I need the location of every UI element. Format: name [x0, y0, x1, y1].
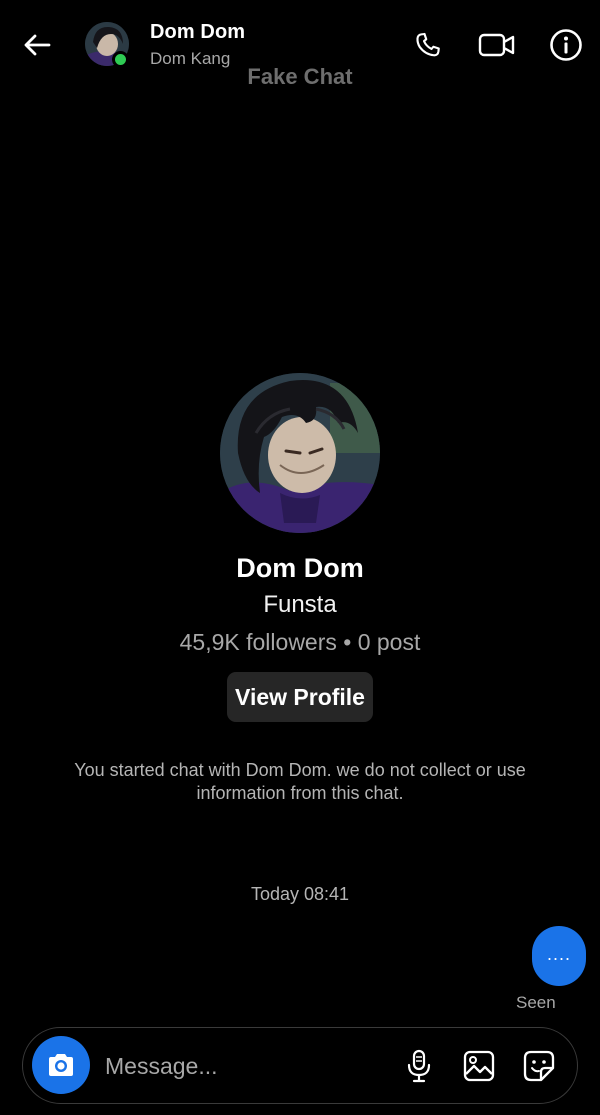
sticker-icon [523, 1050, 555, 1082]
profile-subtitle: Funsta [263, 591, 337, 618]
view-profile-button[interactable]: View Profile [227, 672, 373, 722]
message-input[interactable] [105, 1048, 395, 1084]
video-call-button[interactable] [477, 25, 517, 65]
sticker-button[interactable] [519, 1046, 559, 1086]
image-icon [463, 1050, 495, 1082]
watermark-text: Fake Chat [247, 64, 353, 89]
seen-status: Seen [516, 993, 556, 1012]
video-camera-icon [478, 33, 515, 57]
chat-header: Dom Dom Dom Kang Fake Chat [0, 0, 600, 95]
back-button[interactable] [18, 26, 56, 64]
gallery-button[interactable] [459, 1046, 499, 1086]
arrow-left-icon [24, 34, 51, 56]
phone-icon [416, 32, 440, 57]
contact-name[interactable]: Dom Dom [150, 21, 245, 44]
microphone-button[interactable] [399, 1046, 439, 1086]
chat-start-notice: You started chat with Dom Dom. we do not… [74, 760, 526, 803]
message-composer [22, 1027, 578, 1104]
profile-illustration [220, 373, 380, 533]
camera-button[interactable] [32, 1036, 90, 1094]
microphone-icon [407, 1049, 431, 1083]
camera-icon [49, 1054, 73, 1076]
voice-call-button[interactable] [408, 25, 448, 65]
profile-name: Dom Dom [236, 553, 364, 583]
typing-indicator-bubble: .... [532, 926, 586, 986]
profile-picture[interactable] [220, 373, 380, 533]
info-button[interactable] [546, 25, 586, 65]
profile-stats: 45,9K followers • 0 post [179, 629, 421, 655]
typing-indicator-dots: .... [546, 943, 571, 964]
message-timestamp: Today 08:41 [250, 884, 350, 904]
info-icon [550, 29, 582, 61]
